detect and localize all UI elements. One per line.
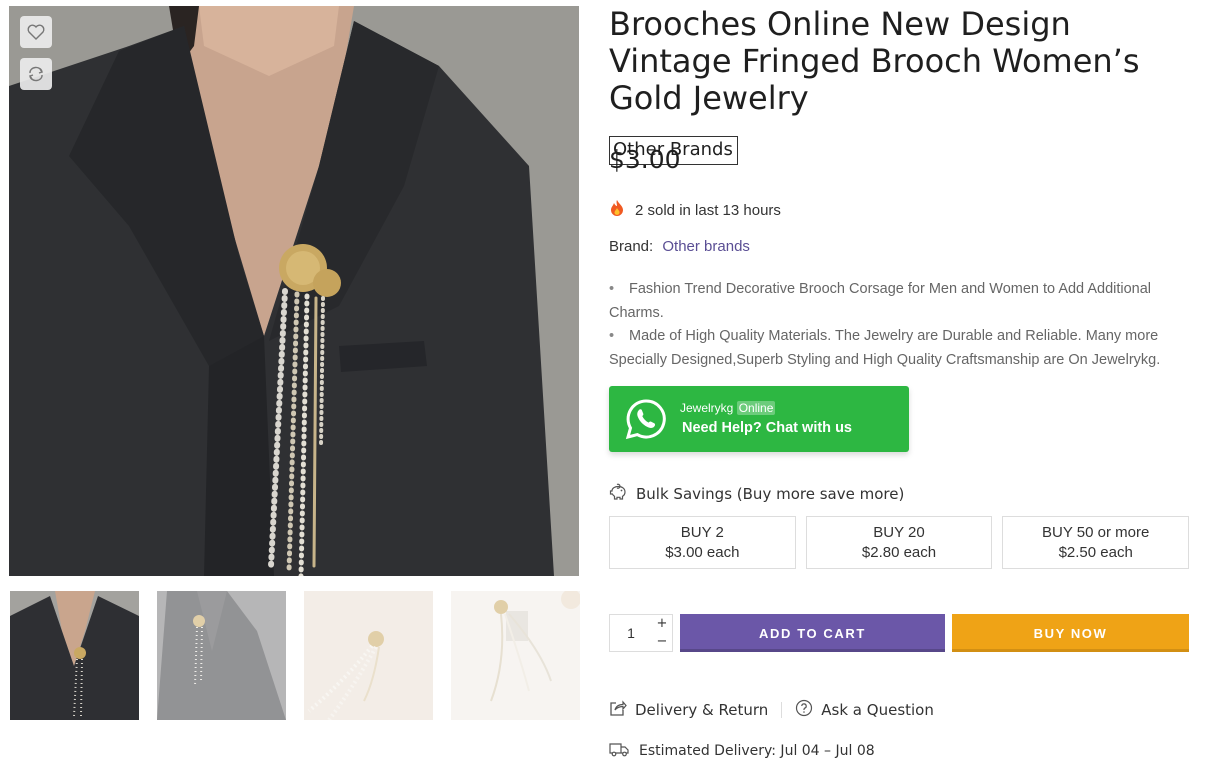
whatsapp-status: Online xyxy=(736,401,776,415)
quantity-stepper: + − xyxy=(609,614,673,652)
sold-text: 2 sold in last 13 hours xyxy=(635,201,781,219)
product-summary: Brooches Online New Design Vintage Fring… xyxy=(609,5,1190,759)
sold-counter: 2 sold in last 13 hours xyxy=(609,199,781,221)
thumbnail-4[interactable] xyxy=(451,591,580,720)
product-photo xyxy=(9,6,579,576)
quantity-decrease-button[interactable]: − xyxy=(652,633,672,651)
thumbnail-1[interactable] xyxy=(10,591,139,720)
compare-button[interactable] xyxy=(20,58,52,90)
fire-icon xyxy=(609,199,625,221)
share-box-icon xyxy=(609,699,627,721)
brand-label: Brand: xyxy=(609,238,654,255)
brand-link[interactable]: Other brands xyxy=(662,238,750,255)
bulk-tier-50[interactable]: BUY 50 or more $2.50 each xyxy=(1002,516,1190,569)
thumbnail-2[interactable] xyxy=(157,591,286,720)
description-item: • Fashion Trend Decorative Brooch Corsage… xyxy=(609,281,1152,321)
whatsapp-chat-button[interactable]: Jewelrykg Online Need Help? Chat with us xyxy=(609,386,909,452)
description-item: • Made of High Quality Materials. The Jew… xyxy=(609,328,1161,368)
truck-icon xyxy=(609,741,629,760)
product-main-image[interactable] xyxy=(9,6,579,576)
bulk-tier-2[interactable]: BUY 2 $3.00 each xyxy=(609,516,796,569)
piggy-bank-icon xyxy=(609,483,627,505)
product-title: Brooches Online New Design Vintage Fring… xyxy=(609,5,1140,117)
product-price: $3.00 xyxy=(609,145,681,174)
buy-now-button[interactable]: BUY NOW xyxy=(952,614,1189,652)
bulk-tier-20[interactable]: BUY 20 $2.80 each xyxy=(805,516,993,569)
whatsapp-agent: Jewelrykg Online xyxy=(680,401,776,415)
whatsapp-help-text: Need Help? Chat with us xyxy=(682,420,852,436)
add-to-cart-button[interactable]: ADD TO CART xyxy=(680,614,945,652)
delivery-return-link[interactable]: Delivery & Return xyxy=(609,699,768,721)
estimated-delivery: Estimated Delivery: Jul 04 – Jul 08 xyxy=(609,741,875,760)
link-divider xyxy=(781,702,783,718)
product-extra-links: Delivery & Return Ask a Question xyxy=(609,699,934,721)
compare-icon xyxy=(27,66,45,82)
quantity-input[interactable] xyxy=(610,615,652,651)
product-description: • Fashion Trend Decorative Brooch Corsage… xyxy=(609,278,1169,372)
thumbnail-strip xyxy=(10,591,580,720)
bulk-savings-heading: Bulk Savings (Buy more save more) xyxy=(609,483,904,505)
quantity-increase-button[interactable]: + xyxy=(652,615,672,633)
thumbnail-3[interactable] xyxy=(304,591,433,720)
question-circle-icon xyxy=(795,699,813,721)
ask-question-link[interactable]: Ask a Question xyxy=(795,699,934,721)
heart-icon xyxy=(27,24,45,40)
wishlist-button[interactable] xyxy=(20,16,52,48)
add-to-cart-row: + − ADD TO CART BUY NOW xyxy=(609,614,1189,652)
whatsapp-icon xyxy=(625,398,667,444)
brand-line: Brand: Other brands xyxy=(609,238,750,255)
bulk-tiers: BUY 2 $3.00 each BUY 20 $2.80 each BUY 5… xyxy=(609,516,1190,569)
